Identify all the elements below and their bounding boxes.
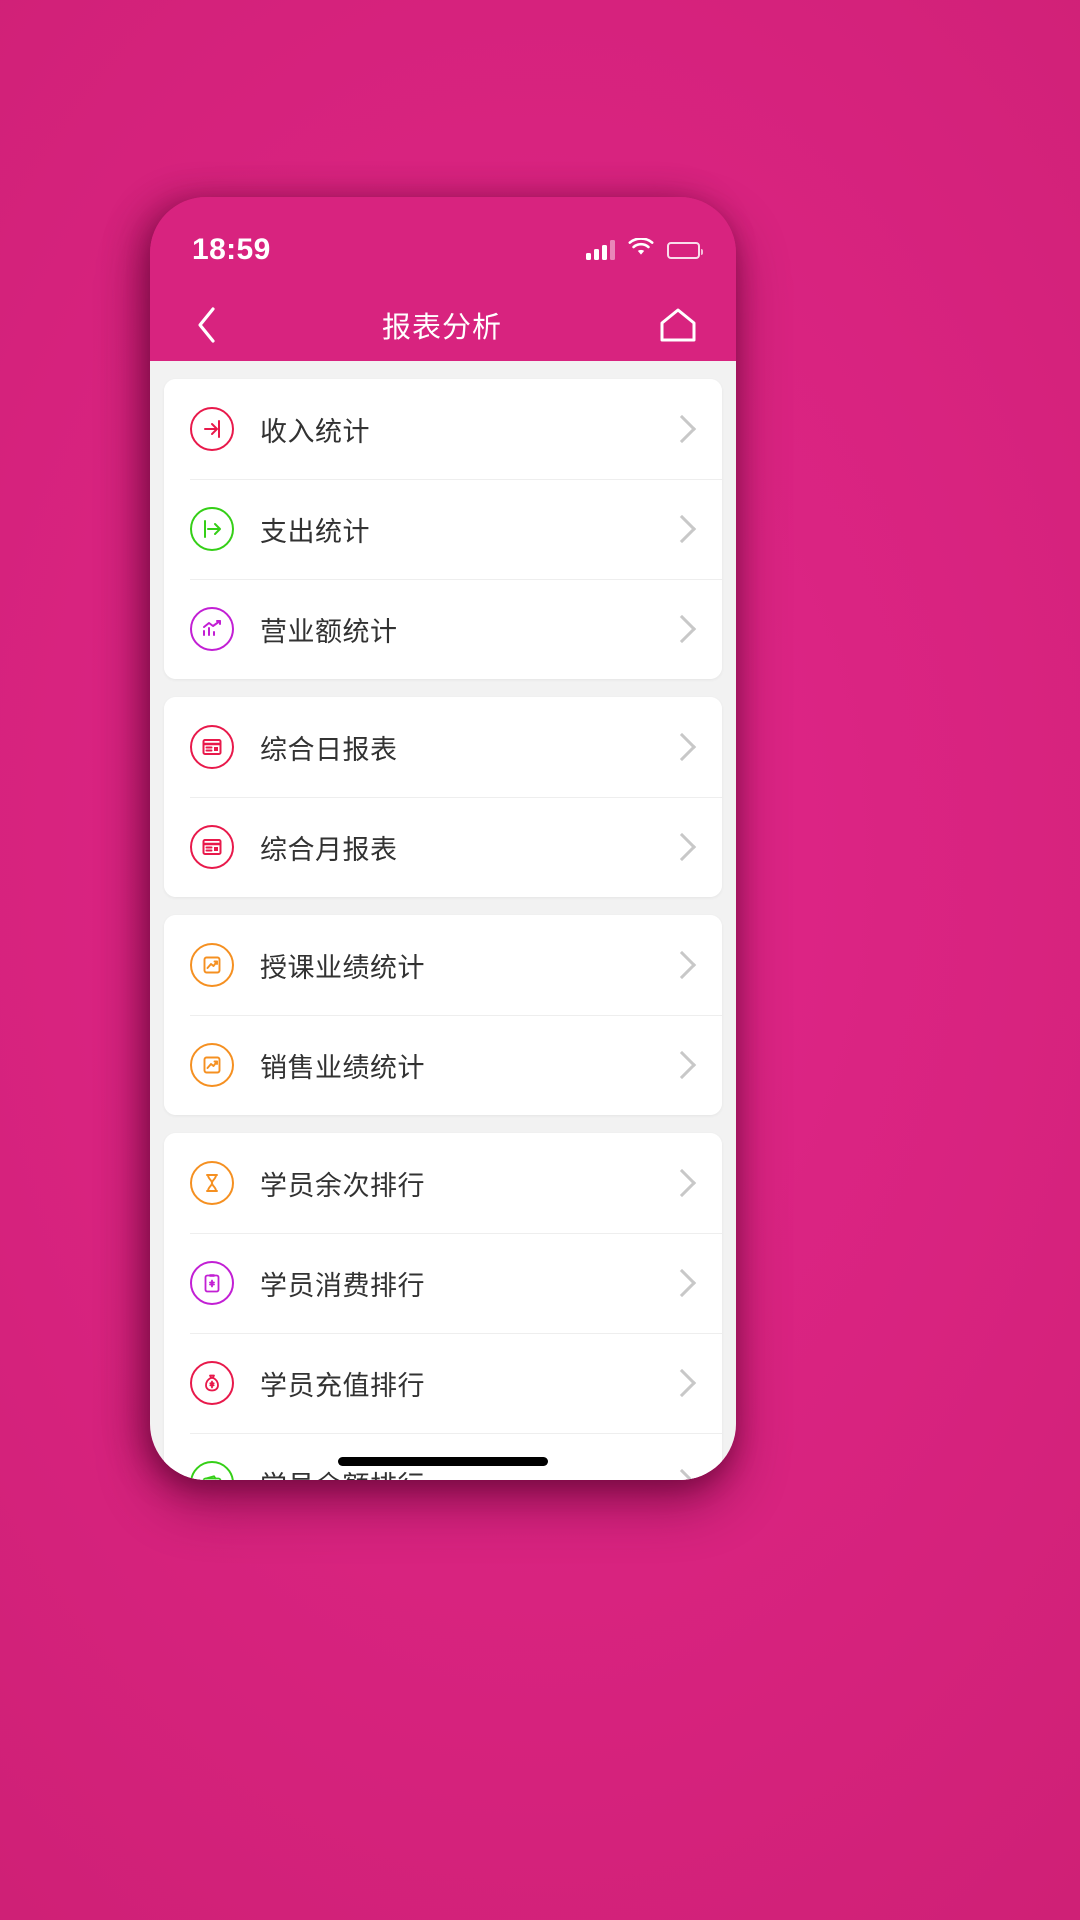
battery-icon: [667, 241, 703, 259]
list-item-revenue-statistics[interactable]: 营业额统计: [164, 579, 722, 679]
list-item-teaching-performance[interactable]: 授课业绩统计: [164, 915, 722, 1015]
list-item-monthly-report[interactable]: 综合月报表: [164, 797, 722, 897]
chevron-right-icon: [667, 732, 697, 762]
chevron-right-icon: [667, 514, 697, 544]
list-item-label: 学员消费排行: [260, 1270, 425, 1301]
revenue-chart-icon: [190, 607, 234, 651]
list-item-sales-performance[interactable]: 销售业绩统计: [164, 1015, 722, 1115]
teaching-performance-icon: [190, 943, 234, 987]
status-bar: 18:59: [150, 197, 736, 289]
home-icon: [660, 308, 696, 342]
phone-device-frame: 18:59 报表分析 收入统计 支出统计 营业额统计 综合日报表 综合月报表 授…: [150, 197, 736, 1480]
chevron-right-icon: [667, 414, 697, 444]
list-item-label: 销售业绩统计: [260, 1052, 425, 1083]
list-item-label: 学员充值排行: [260, 1370, 425, 1401]
chevron-right-icon: [667, 614, 697, 644]
student-ranking-group: 学员余次排行 学员消费排行 学员充值排行: [164, 1133, 722, 1480]
chevron-right-icon: [667, 1368, 697, 1398]
chevron-right-icon: [667, 832, 697, 862]
daily-report-icon: [190, 725, 234, 769]
clipboard-money-icon: [190, 1261, 234, 1305]
chevron-right-icon: [667, 950, 697, 980]
monthly-report-icon: [190, 825, 234, 869]
home-button[interactable]: [650, 297, 706, 353]
wallet-icon: [190, 1461, 234, 1480]
performance-group: 授课业绩统计 销售业绩统计: [164, 915, 722, 1115]
list-item-daily-report[interactable]: 综合日报表: [164, 697, 722, 797]
chevron-right-icon: [667, 1168, 697, 1198]
money-bag-icon: [190, 1361, 234, 1405]
page-title: 报表分析: [381, 312, 502, 344]
home-indicator-bar[interactable]: [338, 1457, 548, 1466]
back-button[interactable]: [178, 297, 234, 353]
statistics-group: 收入统计 支出统计 营业额统计: [164, 379, 722, 679]
list-item-label: 综合月报表: [260, 834, 398, 865]
income-arrow-in-icon: [190, 407, 234, 451]
list-item-label: 综合日报表: [260, 734, 398, 765]
hourglass-icon: [190, 1161, 234, 1205]
list-item-student-remaining-sessions-ranking[interactable]: 学员余次排行: [164, 1133, 722, 1233]
chevron-right-icon: [667, 1468, 697, 1480]
chevron-left-icon: [198, 307, 215, 343]
sales-performance-icon: [190, 1043, 234, 1087]
comprehensive-reports-group: 综合日报表 综合月报表: [164, 697, 722, 897]
list-item-student-consumption-ranking[interactable]: 学员消费排行: [164, 1233, 722, 1333]
list-item-label: 营业额统计: [260, 616, 398, 647]
status-bar-time: 18:59: [192, 233, 271, 266]
navigation-bar: 报表分析: [150, 289, 736, 361]
list-item-label: 学员余次排行: [260, 1170, 425, 1201]
list-item-expense-statistics[interactable]: 支出统计: [164, 479, 722, 579]
list-item-label: 授课业绩统计: [260, 952, 425, 983]
expense-arrow-out-icon: [190, 507, 234, 551]
signal-bars-icon: [586, 240, 615, 260]
chevron-right-icon: [667, 1268, 697, 1298]
list-item-label: 收入统计: [260, 416, 370, 447]
list-item-label: 支出统计: [260, 516, 370, 547]
list-item-income-statistics[interactable]: 收入统计: [164, 379, 722, 479]
wifi-icon: [628, 237, 654, 262]
status-bar-icons: [586, 237, 703, 262]
report-list-scroll-area[interactable]: 收入统计 支出统计 营业额统计 综合日报表 综合月报表 授课业绩统计 销售业绩统…: [150, 361, 736, 1480]
list-item-student-recharge-ranking[interactable]: 学员充值排行: [164, 1333, 722, 1433]
chevron-right-icon: [667, 1050, 697, 1080]
